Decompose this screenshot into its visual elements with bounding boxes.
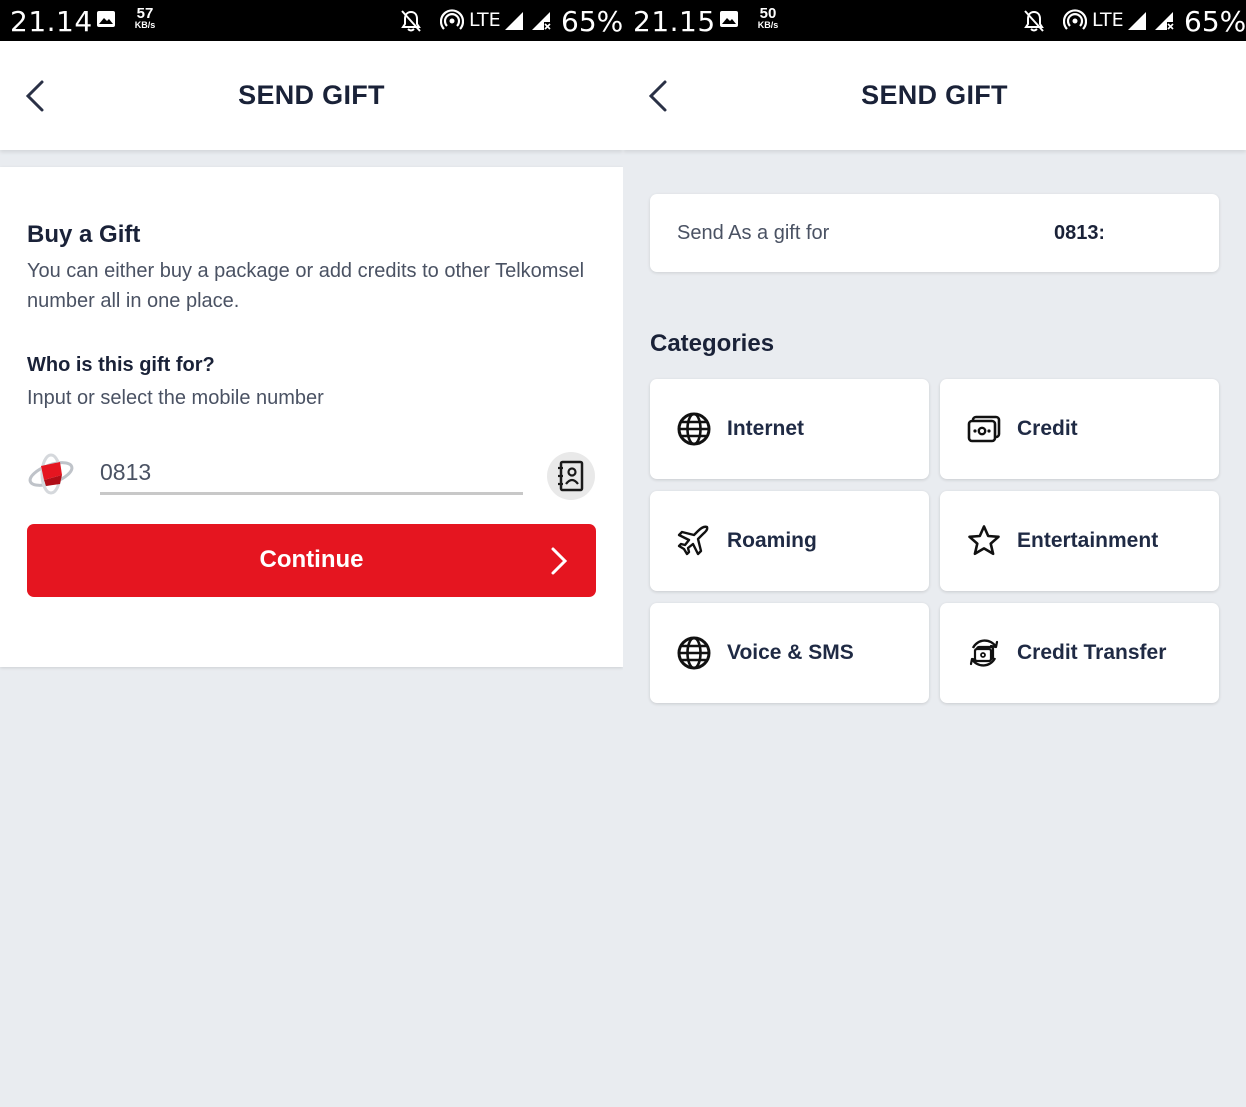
app-header: SEND GIFT bbox=[0, 41, 623, 150]
globe-icon bbox=[677, 636, 711, 670]
contact-book-icon bbox=[558, 460, 584, 492]
status-time: 21.14 bbox=[10, 5, 93, 38]
page-title: SEND GIFT bbox=[238, 80, 385, 110]
bell-off-icon bbox=[1024, 10, 1044, 32]
category-label: Credit Transfer bbox=[1017, 641, 1167, 664]
airplane-icon bbox=[677, 525, 709, 556]
category-label: Credit bbox=[1017, 417, 1078, 440]
buy-gift-card: Buy a Gift You can either buy a package … bbox=[0, 167, 623, 667]
status-bar: 21.15 50 KB/s LTE 65% bbox=[623, 0, 1246, 41]
bell-off-icon bbox=[401, 10, 421, 32]
credit-card-icon bbox=[967, 415, 1001, 443]
screen-gift-categories: 21.15 50 KB/s LTE 65% SEND GIFT Send As a… bbox=[623, 0, 1246, 1107]
category-label: Voice & SMS bbox=[727, 641, 854, 664]
network-speed: 50 KB/s bbox=[757, 5, 779, 30]
network-type: LTE bbox=[1092, 9, 1124, 31]
category-roaming[interactable]: Roaming bbox=[650, 491, 929, 591]
battery-level: 65% bbox=[1184, 5, 1246, 38]
star-icon bbox=[968, 525, 1000, 556]
gift-recipient-number: 0813: bbox=[1054, 222, 1103, 244]
page-title: SEND GIFT bbox=[861, 80, 1008, 110]
telkomsel-logo-icon bbox=[28, 453, 74, 495]
image-notification-icon bbox=[97, 11, 115, 27]
continue-label: Continue bbox=[259, 546, 364, 573]
recipient-question: Who is this gift for? bbox=[27, 354, 215, 376]
gift-recipient-label: Send As a gift for bbox=[677, 222, 830, 244]
image-notification-icon bbox=[720, 11, 738, 27]
buy-gift-description: You can either buy a package or add cred… bbox=[27, 260, 585, 312]
continue-button[interactable]: Continue bbox=[27, 524, 596, 597]
phone-number-input[interactable] bbox=[100, 457, 523, 495]
signal-icon bbox=[505, 12, 523, 30]
category-credit[interactable]: Credit bbox=[940, 379, 1219, 479]
status-time: 21.15 bbox=[633, 5, 716, 38]
signal-icon bbox=[1128, 12, 1146, 30]
credit-transfer-icon bbox=[969, 639, 999, 667]
categories-title: Categories bbox=[650, 330, 775, 357]
recipient-hint: Input or select the mobile number bbox=[27, 387, 324, 409]
screen-buy-gift: 21.14 57 KB/s LTE 65% SEND GIFT Buy a Gif… bbox=[0, 0, 623, 1107]
chevron-right-icon bbox=[551, 547, 568, 575]
network-speed: 57 KB/s bbox=[134, 5, 156, 30]
gift-recipient-card: Send As a gift for 0813: bbox=[650, 194, 1219, 272]
app-header: SEND GIFT bbox=[623, 41, 1246, 150]
globe-icon bbox=[677, 412, 711, 446]
category-label: Internet bbox=[727, 417, 805, 440]
battery-level: 65% bbox=[561, 5, 623, 38]
signal-no-data-icon bbox=[1155, 12, 1174, 30]
category-internet[interactable]: Internet bbox=[650, 379, 929, 479]
buy-gift-title: Buy a Gift bbox=[27, 221, 141, 248]
category-label: Roaming bbox=[727, 529, 817, 552]
signal-no-data-icon bbox=[532, 12, 551, 30]
category-label: Entertainment bbox=[1017, 529, 1159, 552]
hotspot-icon bbox=[1063, 9, 1087, 30]
category-voice-sms[interactable]: Voice & SMS bbox=[650, 603, 929, 703]
hotspot-icon bbox=[440, 9, 464, 30]
network-type: LTE bbox=[469, 9, 501, 31]
contacts-button[interactable] bbox=[547, 452, 595, 500]
category-credit-transfer[interactable]: Credit Transfer bbox=[940, 603, 1219, 703]
category-entertainment[interactable]: Entertainment bbox=[940, 491, 1219, 591]
status-bar: 21.14 57 KB/s LTE 65% bbox=[0, 0, 623, 41]
